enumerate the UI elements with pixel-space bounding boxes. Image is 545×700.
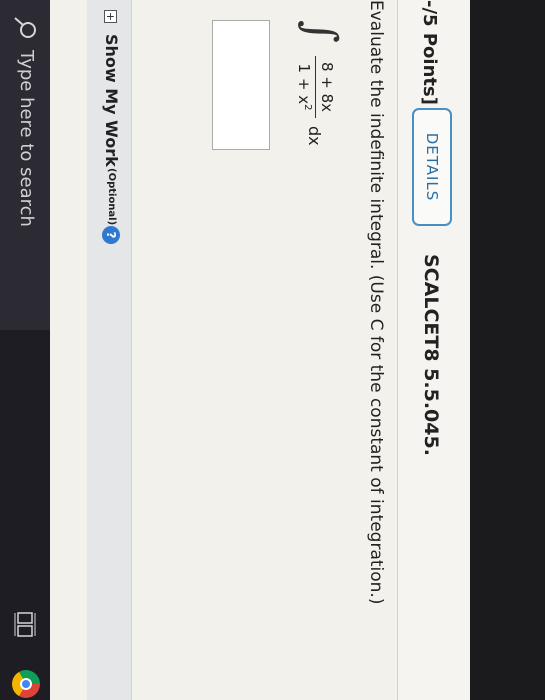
chrome-icon[interactable] [12, 670, 40, 698]
windows-taskbar: Type here to search [0, 0, 50, 700]
details-button[interactable]: DETAILS [412, 108, 452, 226]
integrand-fraction: 8 + 8x 1 + x2 [295, 56, 336, 118]
integral-expression: ∫ 8 + 8x 1 + x2 dx [280, 20, 346, 260]
integrand-numerator: 8 + 8x [318, 61, 336, 113]
denominator-base: 1 + x [295, 63, 313, 105]
help-icon[interactable]: ? [102, 226, 120, 244]
expand-icon[interactable]: + [104, 10, 117, 23]
fraction-bar [315, 56, 316, 118]
search-icon [14, 17, 36, 38]
integrand-denominator: 1 + x2 [295, 56, 315, 118]
points-label: -/5 Points] [419, 0, 440, 105]
taskbar-search-box[interactable]: Type here to search [0, 0, 50, 330]
differential: dx [305, 126, 324, 146]
show-my-work-label[interactable]: Show My Work [102, 34, 121, 167]
answer-input[interactable] [212, 20, 270, 150]
problem-id: SCALCET8 5.5.045. [420, 254, 442, 456]
chrome-icon-center [20, 678, 32, 690]
integral-sign: ∫ [295, 20, 346, 43]
task-view-icon[interactable] [14, 612, 36, 638]
denominator-exponent: 2 [302, 104, 313, 111]
question-header: -/5 Points] DETAILS SCALCET8 5.5.045. [397, 0, 470, 700]
webassign-page: -/5 Points] DETAILS SCALCET8 5.5.045. Ev… [0, 0, 470, 700]
show-my-work-bar[interactable]: + Show My Work (Optional) ? [87, 0, 132, 700]
optional-label: (Optional) [106, 168, 117, 226]
search-placeholder: Type here to search [16, 50, 37, 227]
question-instructions: Evaluate the indefinite integral. (Use C… [366, 0, 386, 605]
